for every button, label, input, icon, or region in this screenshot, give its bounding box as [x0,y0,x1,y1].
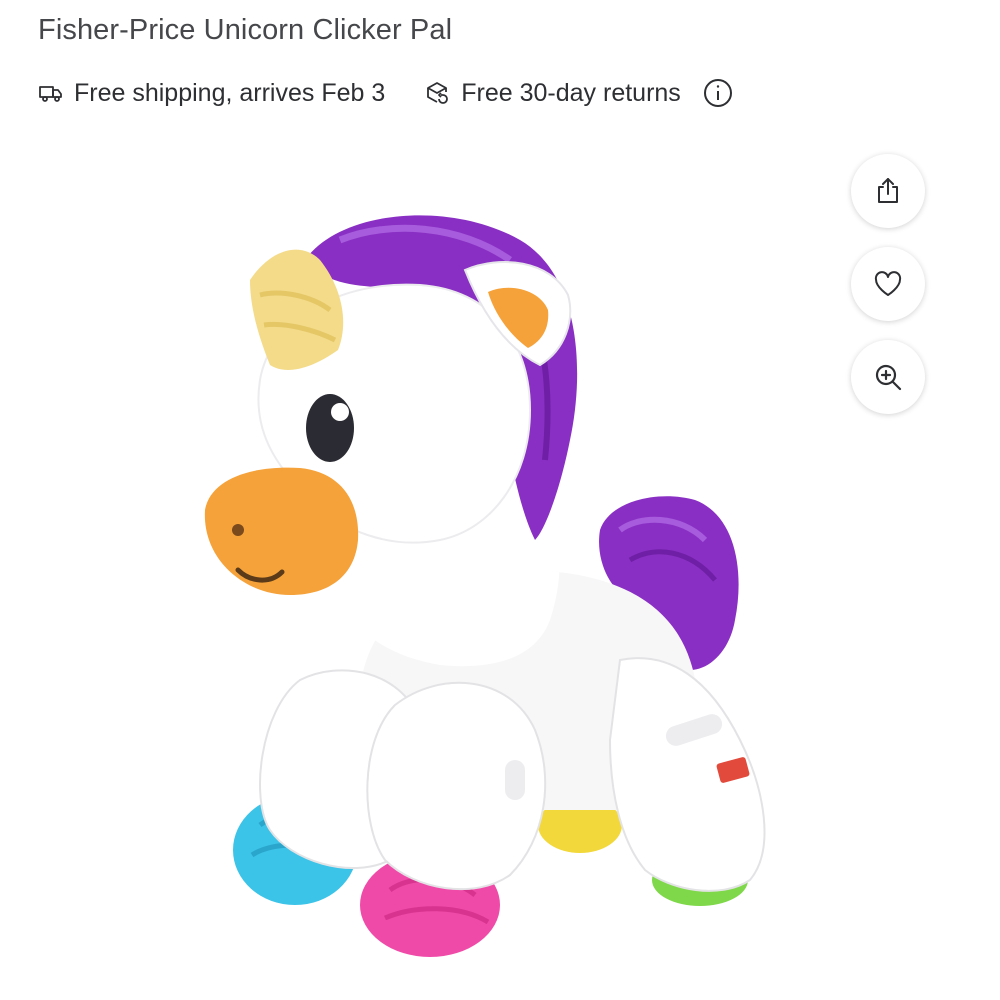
shipping-info: Free shipping, arrives Feb 3 [38,79,385,108]
returns-text: Free 30-day returns [461,78,681,107]
unicorn-toy-image [204,215,766,957]
fulfillment-row: Free shipping, arrives Feb 3 Free 30-day… [38,76,733,110]
zoom-in-icon [875,364,902,391]
heart-icon [874,271,902,296]
favorite-button[interactable] [851,247,925,321]
share-icon [878,178,898,203]
product-title: Fisher-Price Unicorn Clicker Pal [38,14,453,46]
zoom-button[interactable] [851,340,925,414]
share-button[interactable] [851,154,925,228]
info-icon[interactable] [703,78,733,108]
product-image[interactable] [190,200,800,960]
returns-box-icon [425,80,451,106]
shipping-text: Free shipping, arrives Feb 3 [74,78,386,107]
truck-icon [38,80,64,106]
returns-info: Free 30-day returns [425,79,681,108]
